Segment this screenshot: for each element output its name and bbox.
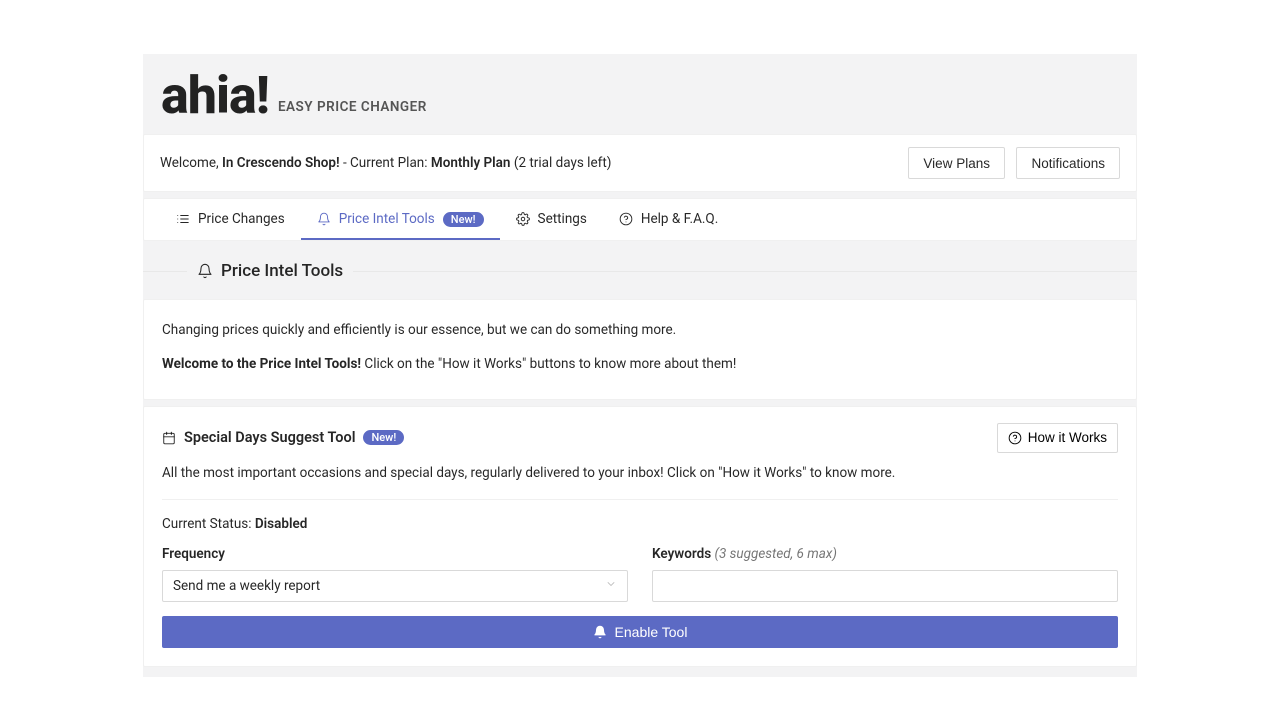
new-badge: New! <box>443 212 484 227</box>
welcome-plan-prefix: - Current Plan: <box>340 155 431 171</box>
tab-help[interactable]: Help & F.A.Q. <box>603 199 734 240</box>
frequency-label: Frequency <box>162 546 628 562</box>
section-header: Price Intel Tools <box>143 261 1137 281</box>
welcome-shop: In Crescendo Shop! <box>222 155 340 171</box>
notifications-button[interactable]: Notifications <box>1016 147 1120 179</box>
bell-icon <box>317 212 331 226</box>
welcome-trial: (2 trial days left) <box>510 155 611 171</box>
welcome-plan: Monthly Plan <box>431 155 511 171</box>
bell-icon <box>593 625 607 639</box>
tool-description: All the most important occasions and spe… <box>162 465 1118 481</box>
tab-label: Price Intel Tools <box>339 211 435 227</box>
chevron-down-icon <box>605 578 617 594</box>
tool-title: Special Days Suggest Tool New! <box>162 429 404 446</box>
help-icon <box>1008 431 1022 445</box>
section-title-text: Price Intel Tools <box>221 261 343 281</box>
divider <box>143 271 187 272</box>
status-label: Current Status: <box>162 516 255 532</box>
divider <box>353 271 1137 272</box>
tab-settings[interactable]: Settings <box>500 199 603 240</box>
keywords-hint: (3 suggested, 6 max) <box>715 546 837 562</box>
view-plans-button[interactable]: View Plans <box>908 147 1005 179</box>
gear-icon <box>516 212 530 226</box>
welcome-actions: View Plans Notifications <box>900 147 1120 179</box>
keywords-label-text: Keywords <box>652 546 715 562</box>
tab-label: Settings <box>538 211 587 227</box>
header: ahia! EASY PRICE CHANGER <box>143 54 1137 134</box>
tab-label: Price Changes <box>198 211 285 227</box>
intro-bold: Welcome to the Price Intel Tools! <box>162 356 361 372</box>
new-badge: New! <box>363 430 404 445</box>
tool-header: Special Days Suggest Tool New! How it Wo… <box>162 423 1118 453</box>
tool-title-text: Special Days Suggest Tool <box>184 429 355 446</box>
keywords-field: Keywords (3 suggested, 6 max) <box>652 546 1118 602</box>
frequency-value: Send me a weekly report <box>173 578 320 594</box>
how-it-works-button[interactable]: How it Works <box>997 423 1118 453</box>
enable-tool-button[interactable]: Enable Tool <box>162 616 1118 648</box>
bell-icon <box>197 263 213 279</box>
welcome-bar: Welcome, In Crescendo Shop! - Current Pl… <box>143 134 1137 192</box>
divider <box>162 499 1118 500</box>
enable-tool-label: Enable Tool <box>615 624 688 640</box>
intro-line-1: Changing prices quickly and efficiently … <box>162 320 1118 340</box>
help-icon <box>619 212 633 226</box>
intro-line-2: Welcome to the Price Intel Tools! Click … <box>162 354 1118 374</box>
calendar-icon <box>162 431 176 445</box>
status-value: Disabled <box>255 516 307 532</box>
frequency-select[interactable]: Send me a weekly report <box>162 570 628 602</box>
how-it-works-label: How it Works <box>1028 430 1107 445</box>
frequency-field: Frequency Send me a weekly report <box>162 546 628 602</box>
keywords-label: Keywords (3 suggested, 6 max) <box>652 546 1118 562</box>
tool-form: Frequency Send me a weekly report Keywor… <box>162 546 1118 602</box>
tab-price-changes[interactable]: Price Changes <box>160 199 301 240</box>
tab-label: Help & F.A.Q. <box>641 211 718 227</box>
logo: ahia! <box>161 70 269 122</box>
intro-card: Changing prices quickly and efficiently … <box>143 299 1137 400</box>
welcome-prefix: Welcome, <box>160 155 222 171</box>
keywords-input[interactable] <box>652 570 1118 602</box>
tab-price-intel[interactable]: Price Intel Tools New! <box>301 199 500 240</box>
intro-rest: Click on the "How it Works" buttons to k… <box>361 356 736 372</box>
tool-status: Current Status: Disabled <box>162 516 1118 532</box>
section-title: Price Intel Tools <box>187 261 353 281</box>
tabs: Price Changes Price Intel Tools New! Set… <box>143 198 1137 241</box>
welcome-text: Welcome, In Crescendo Shop! - Current Pl… <box>160 155 611 171</box>
list-icon <box>176 212 190 226</box>
tagline: EASY PRICE CHANGER <box>278 99 427 115</box>
app-container: ahia! EASY PRICE CHANGER Welcome, In Cre… <box>143 54 1137 677</box>
tool-card: Special Days Suggest Tool New! How it Wo… <box>143 406 1137 667</box>
